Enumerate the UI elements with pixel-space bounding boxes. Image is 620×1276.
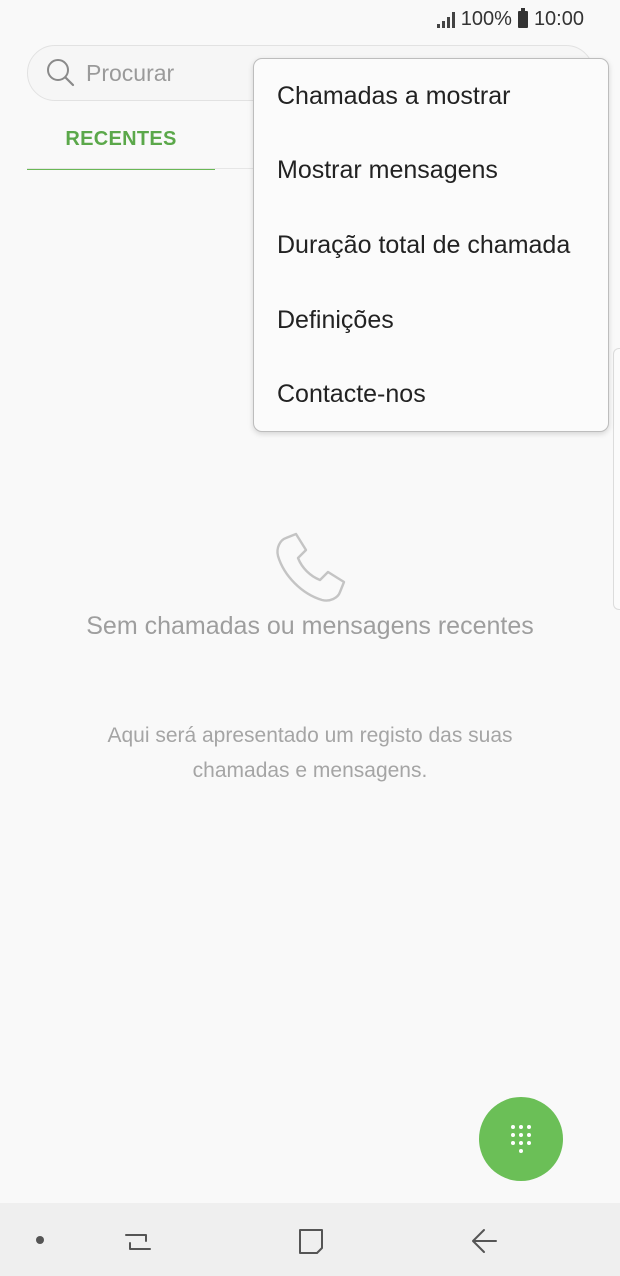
- home-icon[interactable]: [298, 1227, 324, 1255]
- search-icon: [47, 59, 75, 87]
- phone-icon: [276, 532, 346, 602]
- empty-state-description: Aqui será apresentado um registo das sua…: [107, 724, 513, 782]
- menu-item-contacte-nos[interactable]: Contacte-nos: [254, 357, 608, 432]
- status-bar: 100% 10:00: [0, 0, 620, 40]
- menu-item-mostrar-mensagens[interactable]: Mostrar mensagens: [254, 134, 608, 209]
- signal-icon: [436, 11, 455, 28]
- status-icons: 100% 10:00: [436, 8, 584, 31]
- navigation-bar: [0, 1203, 620, 1276]
- menu-item-duracao-total[interactable]: Duração total de chamada: [254, 208, 608, 283]
- dialpad-button[interactable]: [479, 1097, 563, 1181]
- edge-panel-handle[interactable]: [613, 348, 620, 610]
- clock: 10:00: [533, 8, 584, 30]
- battery-icon: [517, 8, 528, 28]
- menu-item-definicoes[interactable]: Definições: [254, 283, 608, 358]
- dialpad-icon: [511, 1125, 531, 1153]
- back-icon[interactable]: [470, 1227, 498, 1255]
- overflow-menu: Chamadas a mostrar Mostrar mensagens Dur…: [253, 58, 609, 432]
- nav-dot-icon[interactable]: [36, 1236, 44, 1244]
- recent-apps-icon[interactable]: [122, 1227, 154, 1257]
- battery-percent: 100%: [460, 8, 512, 30]
- tab-recentes[interactable]: RECENTES: [27, 110, 215, 170]
- empty-state-title: Sem chamadas ou mensagens recentes: [86, 612, 534, 640]
- menu-item-chamadas-a-mostrar[interactable]: Chamadas a mostrar: [254, 59, 608, 134]
